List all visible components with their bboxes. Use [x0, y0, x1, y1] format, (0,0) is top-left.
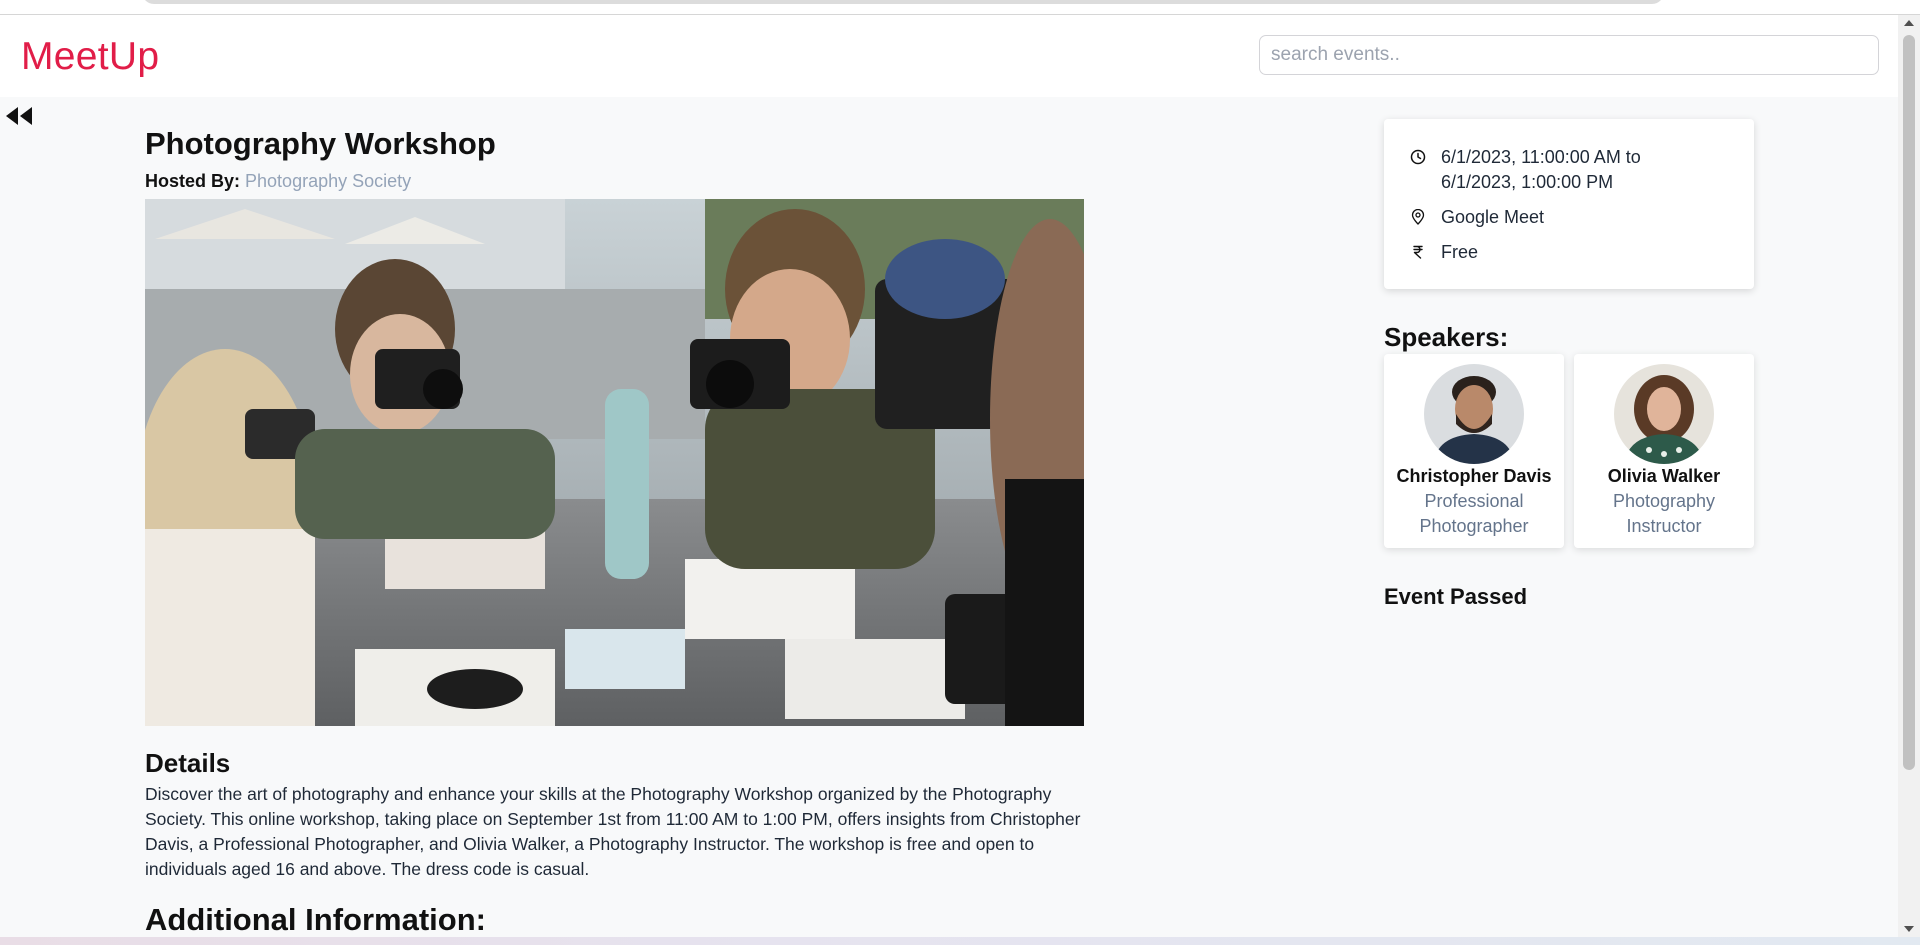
speaker-name: Olivia Walker — [1607, 466, 1721, 486]
speaker-role: Professional Photographer — [1384, 489, 1564, 539]
details-text: Discover the art of photography and enha… — [145, 784, 1081, 879]
search-input[interactable] — [1259, 35, 1879, 75]
event-time-end: 6/1/2023, 1:00:00 PM — [1441, 172, 1614, 192]
event-hero-image — [145, 199, 1084, 726]
speaker-avatar — [1614, 364, 1714, 464]
site-logo[interactable]: MeetUp — [21, 35, 159, 79]
clock-icon — [1410, 149, 1426, 165]
speaker-avatar — [1424, 364, 1524, 464]
hosted-by-label: Hosted By: — [145, 171, 241, 191]
event-title: Photography Workshop — [145, 126, 496, 161]
host-link[interactable]: Photography Society — [245, 171, 411, 191]
speaker-card[interactable]: Christopher Davis Professional Photograp… — [1384, 354, 1564, 548]
speaker-card[interactable]: Olivia Walker Photography Instructor — [1574, 354, 1754, 548]
scrollbar-thumb[interactable] — [1903, 35, 1915, 770]
additional-info-heading: Additional Information: — [145, 902, 486, 937]
event-location-text: Google Meet — [1441, 207, 1545, 227]
event-time-start: 6/1/2023, 11:00:00 AM to — [1441, 147, 1641, 167]
browser-address-pill — [142, 0, 1664, 4]
os-taskbar-edge — [0, 937, 1920, 945]
speaker-role-line: Instructor — [1626, 516, 1702, 536]
map-pin-icon — [1411, 209, 1425, 225]
workshop-photo-illustration — [145, 199, 1084, 726]
event-location-row: Google Meet — [1410, 205, 1544, 230]
details-heading: Details — [145, 748, 231, 778]
event-price-text: Free — [1441, 242, 1479, 262]
speaker-role-line: Professional — [1424, 491, 1524, 511]
scroll-down-icon[interactable] — [1904, 926, 1914, 932]
speakers-heading: Speakers: — [1384, 322, 1509, 352]
event-price-row: Free — [1410, 240, 1478, 265]
page-scrollbar[interactable] — [1898, 15, 1920, 937]
speaker-role-line: Photography — [1612, 491, 1716, 511]
event-time-text: 6/1/2023, 11:00:00 AM to 6/1/2023, 1:00:… — [1441, 145, 1641, 195]
site-header: MeetUp — [0, 15, 1898, 97]
event-info-card: 6/1/2023, 11:00:00 AM to 6/1/2023, 1:00:… — [1384, 119, 1754, 289]
event-time-row: 6/1/2023, 11:00:00 AM to 6/1/2023, 1:00:… — [1410, 145, 1641, 195]
speaker-name: Christopher Davis — [1396, 466, 1552, 486]
browser-top-strip — [0, 0, 1920, 15]
speaker-role: Photography Instructor — [1574, 489, 1754, 539]
speaker-role-line: Photographer — [1419, 516, 1529, 536]
rupee-icon — [1413, 245, 1423, 259]
hosted-by: Hosted By: Photography Society — [145, 171, 411, 192]
scroll-up-icon[interactable] — [1904, 20, 1914, 26]
event-status: Event Passed — [1384, 584, 1528, 609]
back-double-arrow-icon[interactable] — [4, 104, 34, 128]
